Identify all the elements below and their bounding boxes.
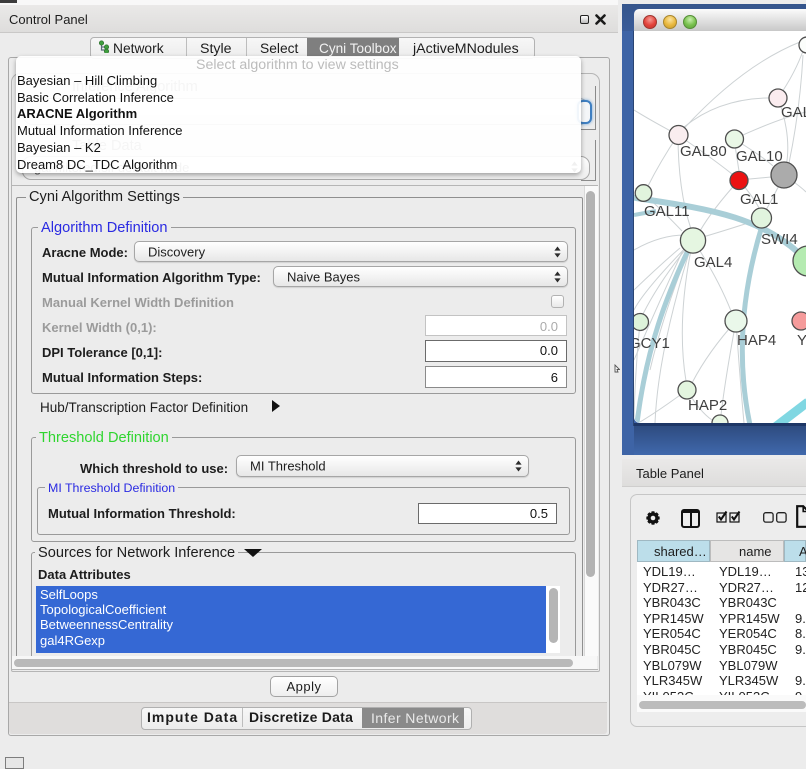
svg-text:HAP4: HAP4 [737, 332, 776, 349]
svg-text:SWI4: SWI4 [761, 231, 798, 248]
svg-text:GAL11: GAL11 [644, 203, 690, 220]
svg-text:GAL10: GAL10 [736, 148, 783, 165]
svg-text:GAL80: GAL80 [680, 143, 727, 160]
svg-text:GAL7: GAL7 [781, 104, 806, 121]
svg-text:GAL1: GAL1 [740, 191, 778, 208]
svg-text:HAP2: HAP2 [688, 397, 727, 414]
svg-text:GCY1: GCY1 [634, 335, 670, 352]
svg-text:Y: Y [797, 332, 806, 349]
svg-text:GAL4: GAL4 [694, 254, 732, 271]
